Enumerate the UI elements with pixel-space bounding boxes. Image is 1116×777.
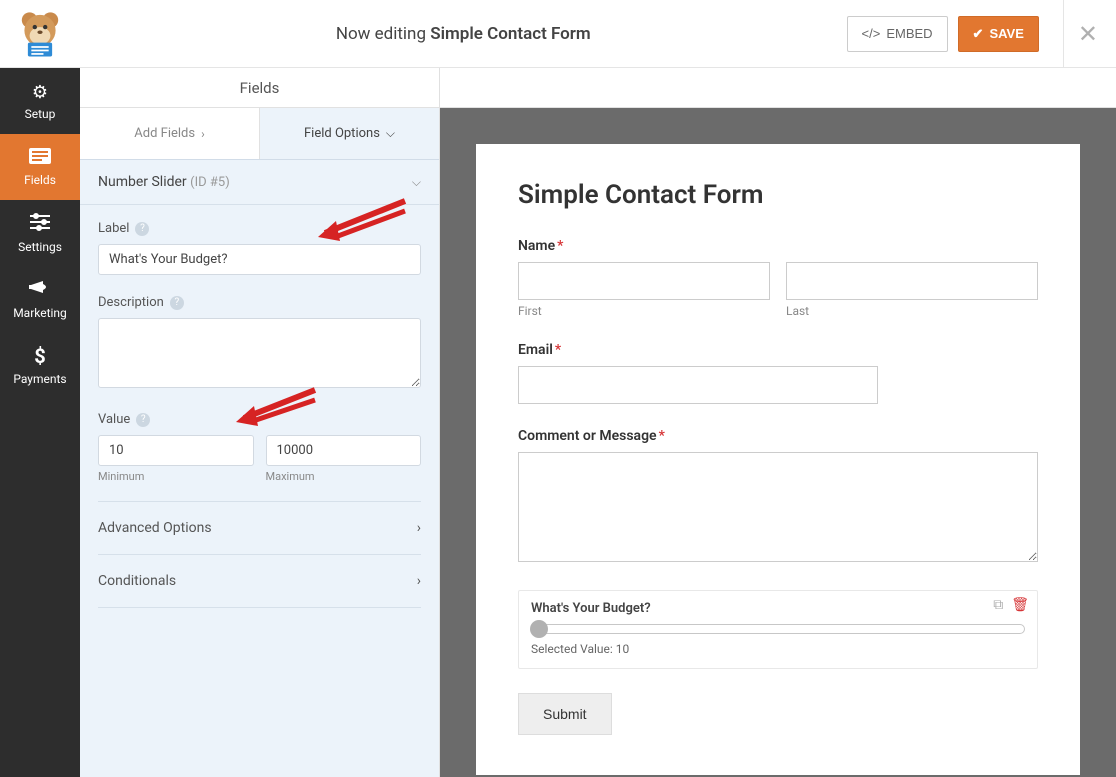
sidebar-item-setup[interactable]: ⚙ Setup	[0, 68, 80, 134]
bear-logo-icon	[14, 8, 66, 60]
sidebar-label: Settings	[18, 240, 62, 254]
embed-icon: </>	[862, 26, 881, 41]
preview-canvas: Simple Contact Form Name* First Last	[440, 108, 1116, 777]
preview-header-spacer	[440, 68, 1116, 108]
bullhorn-icon	[29, 279, 51, 302]
name-label: Name	[518, 238, 555, 254]
save-label: SAVE	[989, 26, 1023, 41]
slider-thumb[interactable]	[530, 620, 548, 638]
app-logo	[0, 8, 80, 60]
save-button[interactable]: ✔ SAVE	[958, 16, 1039, 52]
sidebar-label: Payments	[13, 372, 66, 386]
editing-prefix: Now editing	[336, 24, 430, 44]
advanced-options-row[interactable]: Advanced Options ›	[80, 502, 439, 554]
tab-label: Add Fields	[134, 126, 195, 141]
sidebar-item-payments[interactable]: $ Payments	[0, 332, 80, 398]
field-header[interactable]: Number Slider (ID #5) ⌵	[80, 160, 439, 205]
form-title: Simple Contact Form	[518, 180, 1038, 210]
comment-field[interactable]: Comment or Message*	[518, 428, 1038, 566]
gear-icon: ⚙	[32, 82, 48, 103]
field-id: (ID #5)	[190, 175, 230, 190]
label-group: Label ?	[80, 205, 439, 279]
sidebar-item-fields[interactable]: Fields	[0, 134, 80, 200]
sidebar-item-settings[interactable]: Settings	[0, 200, 80, 266]
slider-value-display: Selected Value: 10	[531, 642, 1025, 656]
min-label: Minimum	[98, 470, 254, 483]
submit-button[interactable]: Submit	[518, 693, 612, 735]
min-value-input[interactable]	[98, 435, 254, 466]
help-icon[interactable]: ?	[170, 296, 184, 310]
preview-area: Simple Contact Form Name* First Last	[440, 68, 1116, 777]
chevron-right-icon: ›	[417, 520, 421, 536]
slider-label: What's Your Budget?	[531, 601, 1025, 616]
main-sidebar: ⚙ Setup Fields Settings Marketing $ Paym…	[0, 68, 80, 777]
required-asterisk: *	[555, 342, 561, 358]
max-value-input[interactable]	[266, 435, 422, 466]
name-field[interactable]: Name* First Last	[518, 238, 1038, 318]
slider-field[interactable]: ⧉ 🗑 What's Your Budget? Selected Value: …	[518, 590, 1038, 669]
label-input[interactable]	[98, 244, 421, 275]
chevron-down-icon: ⌵	[412, 175, 421, 190]
required-asterisk: *	[557, 238, 563, 254]
email-field[interactable]: Email*	[518, 342, 1038, 404]
last-name-input[interactable]	[786, 262, 1038, 300]
first-hint: First	[518, 304, 770, 318]
value-label: Value ?	[98, 412, 421, 427]
label-label: Label ?	[98, 221, 421, 236]
chevron-down-icon: ⌵	[386, 126, 395, 141]
required-asterisk: *	[659, 428, 665, 444]
topbar-actions: </> EMBED ✔ SAVE ✕	[847, 0, 1098, 68]
embed-label: EMBED	[886, 26, 932, 41]
divider	[98, 607, 421, 608]
email-input[interactable]	[518, 366, 878, 404]
conditionals-row[interactable]: Conditionals ›	[80, 555, 439, 607]
duplicate-icon[interactable]: ⧉	[993, 597, 1003, 613]
tab-field-options[interactable]: Field Options ⌵	[260, 108, 439, 159]
slider-track[interactable]	[531, 624, 1025, 634]
field-type-name: Number Slider	[98, 174, 187, 190]
max-label: Maximum	[266, 470, 422, 483]
comment-input[interactable]	[518, 452, 1038, 562]
sidebar-label: Fields	[24, 173, 56, 187]
description-group: Description ?	[80, 279, 439, 396]
chevron-right-icon: ›	[201, 127, 205, 141]
tab-label: Field Options	[304, 126, 380, 141]
close-button[interactable]: ✕	[1063, 0, 1098, 68]
editing-title: Now editing Simple Contact Form	[80, 24, 847, 44]
check-icon: ✔	[973, 26, 984, 42]
email-label: Email	[518, 342, 553, 358]
description-input[interactable]	[98, 318, 421, 388]
trash-icon[interactable]: 🗑	[1011, 597, 1029, 613]
embed-button[interactable]: </> EMBED	[847, 16, 948, 52]
help-icon[interactable]: ?	[135, 222, 149, 236]
chevron-right-icon: ›	[417, 573, 421, 589]
sliders-icon	[30, 213, 50, 236]
help-icon[interactable]: ?	[136, 413, 150, 427]
tab-add-fields[interactable]: Add Fields ›	[80, 108, 260, 159]
sidebar-label: Setup	[25, 107, 56, 121]
comment-label: Comment or Message	[518, 428, 657, 444]
first-name-input[interactable]	[518, 262, 770, 300]
dollar-icon: $	[34, 344, 45, 368]
editing-form-name: Simple Contact Form	[430, 24, 590, 44]
value-group: Value ? Minimum Maximum	[80, 396, 439, 487]
description-label: Description ?	[98, 295, 421, 310]
top-header: Now editing Simple Contact Form </> EMBE…	[0, 0, 1116, 68]
sidebar-item-marketing[interactable]: Marketing	[0, 266, 80, 332]
form-icon	[29, 148, 51, 169]
options-panel: Fields Add Fields › Field Options ⌵ Numb…	[80, 68, 440, 777]
form-preview: Simple Contact Form Name* First Last	[476, 144, 1080, 775]
close-icon: ✕	[1078, 20, 1098, 48]
last-hint: Last	[786, 304, 1038, 318]
panel-tabs: Add Fields › Field Options ⌵	[80, 108, 439, 160]
panel-title: Fields	[80, 68, 439, 108]
sidebar-label: Marketing	[13, 306, 67, 320]
panel-body: Number Slider (ID #5) ⌵ Label ?	[80, 160, 439, 777]
